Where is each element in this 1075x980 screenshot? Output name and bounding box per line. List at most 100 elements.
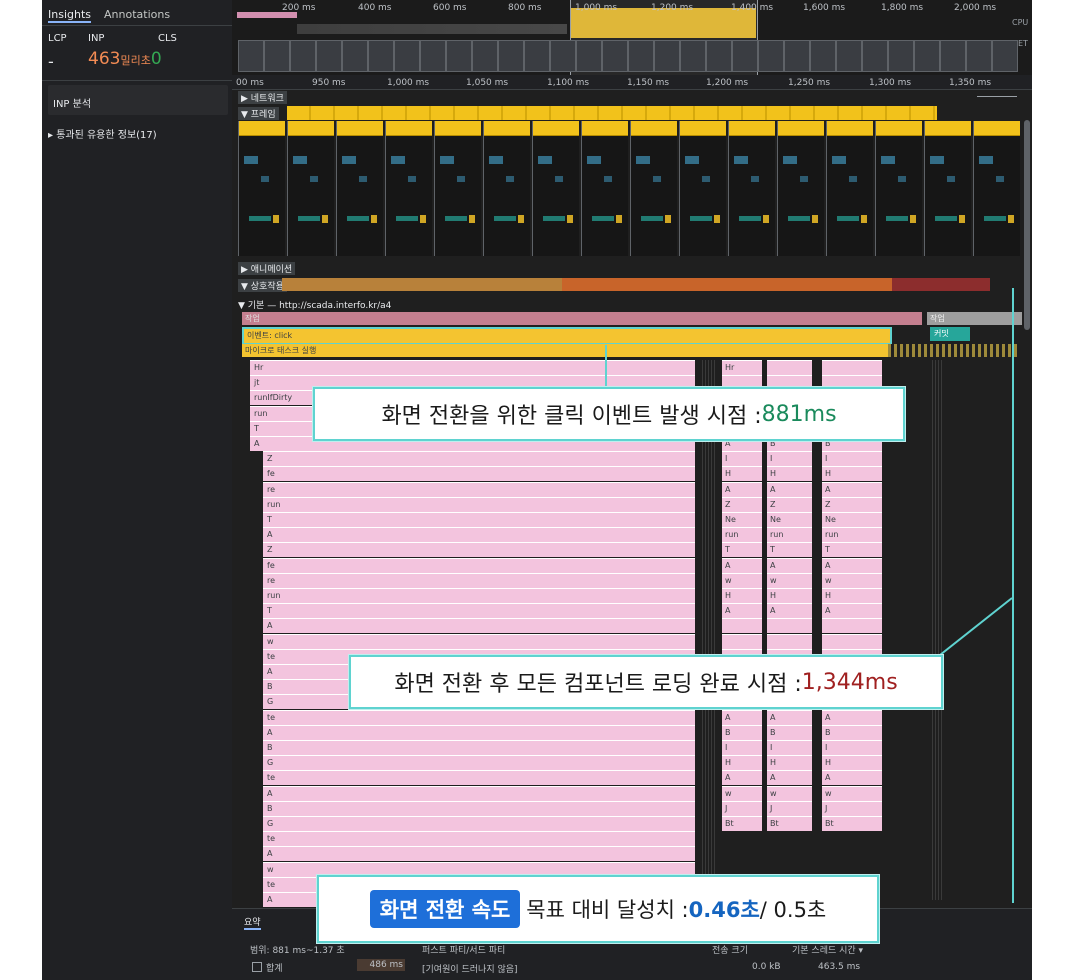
flame-frame[interactable]: A xyxy=(767,481,812,497)
flame-frame[interactable]: te xyxy=(263,709,695,725)
tab-insights[interactable]: Insights xyxy=(48,8,92,23)
frame-thumbnail[interactable] xyxy=(728,121,775,256)
flame-frame[interactable] xyxy=(822,360,882,375)
flame-frame[interactable]: T xyxy=(263,512,695,527)
flame-frame[interactable]: Hr xyxy=(722,360,762,375)
flame-frame[interactable]: T xyxy=(263,603,695,619)
flame-frame[interactable]: H xyxy=(822,755,882,771)
flame-frame[interactable]: A xyxy=(822,770,882,786)
frame-thumbnail[interactable] xyxy=(826,121,873,256)
flame-frame[interactable]: J xyxy=(722,800,762,816)
flame-frame[interactable]: Hr xyxy=(250,360,695,375)
flame-frame[interactable]: J xyxy=(822,800,882,816)
flame-frame[interactable]: I xyxy=(767,740,812,755)
frame-thumbnail[interactable] xyxy=(875,121,922,256)
task-bar[interactable]: 작업 xyxy=(242,312,922,325)
flame-frame[interactable]: A xyxy=(767,603,812,619)
interactions-track-toggle[interactable]: ▼ 상호작용 xyxy=(238,279,287,292)
flame-frame[interactable]: I xyxy=(767,451,812,467)
screenshot-thumbnail[interactable] xyxy=(446,40,472,72)
screenshot-thumbnail[interactable] xyxy=(966,40,992,72)
col-main-thread[interactable]: 기본 스레드 시간 ▾ xyxy=(792,943,863,956)
frame-thumbnail[interactable] xyxy=(581,121,628,256)
frame-thumbnail[interactable] xyxy=(679,121,726,256)
interaction-processing[interactable] xyxy=(562,278,892,291)
screenshot-thumbnail[interactable] xyxy=(758,40,784,72)
flame-frame[interactable]: A xyxy=(263,618,695,634)
screenshot-thumbnail[interactable] xyxy=(472,40,498,72)
col-party[interactable]: 퍼스트 파티/서드 파티 xyxy=(422,943,505,956)
tab-annotations[interactable]: Annotations xyxy=(104,8,170,21)
screenshot-thumbnail[interactable] xyxy=(680,40,706,72)
flame-frame[interactable]: I xyxy=(722,451,762,467)
flame-frame[interactable]: G xyxy=(263,816,695,831)
col-size[interactable]: 전송 크기 xyxy=(712,943,748,956)
flame-frame[interactable]: w xyxy=(722,572,762,588)
flame-frame[interactable]: A xyxy=(767,770,812,786)
flame-frame[interactable]: A xyxy=(722,709,762,725)
flame-frame[interactable]: H xyxy=(722,466,762,482)
main-thread-toggle[interactable]: ▼ 기본 — http://scada.interfo.kr/a4 xyxy=(238,298,391,311)
screenshot-thumbnail[interactable] xyxy=(888,40,914,72)
screenshot-thumbnail[interactable] xyxy=(238,40,264,72)
flame-frame[interactable] xyxy=(722,618,762,634)
screenshot-thumbnail[interactable] xyxy=(836,40,862,72)
frame-thumbnail[interactable] xyxy=(287,121,334,256)
flame-frame[interactable] xyxy=(822,618,882,634)
network-track-toggle[interactable]: ▶ 네트워크 xyxy=(238,91,287,104)
flame-frame[interactable]: run xyxy=(722,527,762,543)
vertical-scrollbar[interactable] xyxy=(1024,120,1030,330)
screenshot-thumbnail[interactable] xyxy=(992,40,1018,72)
screenshot-thumbnail[interactable] xyxy=(784,40,810,72)
frame-thumbnail[interactable] xyxy=(973,121,1020,256)
interaction-presentation[interactable] xyxy=(892,278,990,291)
flame-frame[interactable]: re xyxy=(263,572,695,588)
zoom-handle[interactable] xyxy=(977,96,1017,97)
flame-frame[interactable]: I xyxy=(822,451,882,467)
screenshot-thumbnail[interactable] xyxy=(914,40,940,72)
flame-frame[interactable]: A xyxy=(722,770,762,786)
passed-insights-toggle[interactable]: ▸ 통과된 유용한 정보(17) xyxy=(48,126,157,141)
screenshot-thumbnail[interactable] xyxy=(732,40,758,72)
screenshot-thumbnail[interactable] xyxy=(342,40,368,72)
animations-track-toggle[interactable]: ▶ 애니메이션 xyxy=(238,262,296,275)
screenshot-thumbnail[interactable] xyxy=(810,40,836,72)
flame-frame[interactable]: A xyxy=(722,603,762,619)
flame-frame[interactable]: A xyxy=(822,709,882,725)
flame-frame[interactable]: run xyxy=(263,496,695,512)
frame-thumbnail[interactable] xyxy=(238,121,285,256)
flame-frame[interactable]: run xyxy=(263,588,695,603)
screenshot-thumbnail[interactable] xyxy=(420,40,446,72)
frame-thumbnail[interactable] xyxy=(483,121,530,256)
flame-frame[interactable]: B xyxy=(263,740,695,755)
screenshot-thumbnail[interactable] xyxy=(628,40,654,72)
flame-frame[interactable]: H xyxy=(822,588,882,603)
screenshot-thumbnail[interactable] xyxy=(394,40,420,72)
flame-frame[interactable] xyxy=(767,618,812,634)
microtask-bar[interactable]: 마이크로 태스크 실행 xyxy=(242,344,888,357)
flame-frame[interactable]: H xyxy=(767,588,812,603)
screenshot-thumbnail[interactable] xyxy=(498,40,524,72)
screenshot-thumbnail[interactable] xyxy=(264,40,290,72)
flame-frame[interactable]: Z xyxy=(263,542,695,558)
flame-frame[interactable]: A xyxy=(263,527,695,543)
flame-frame[interactable]: fe xyxy=(263,557,695,573)
flame-frame[interactable]: B xyxy=(767,724,812,740)
flame-frame[interactable] xyxy=(767,633,812,649)
flame-frame[interactable]: run xyxy=(822,527,882,543)
flame-frame[interactable]: A xyxy=(263,724,695,740)
screenshot-thumbnail[interactable] xyxy=(654,40,680,72)
total-checkbox[interactable] xyxy=(252,962,262,972)
inp-metric[interactable]: 463밀리초0 xyxy=(88,49,162,69)
screenshot-thumbnail[interactable] xyxy=(602,40,628,72)
screenshot-thumbnail[interactable] xyxy=(316,40,342,72)
frame-thumbnail[interactable] xyxy=(434,121,481,256)
click-event-bar[interactable]: 이벤트: click xyxy=(242,327,892,345)
flame-frame[interactable]: G xyxy=(263,755,695,771)
flame-frame[interactable]: B xyxy=(822,724,882,740)
flame-frame[interactable]: A xyxy=(263,785,695,801)
flame-frame[interactable]: A xyxy=(722,481,762,497)
screenshot-thumbnail[interactable] xyxy=(862,40,888,72)
flame-frame[interactable]: H xyxy=(722,588,762,603)
flame-frame[interactable]: Bt xyxy=(722,816,762,831)
